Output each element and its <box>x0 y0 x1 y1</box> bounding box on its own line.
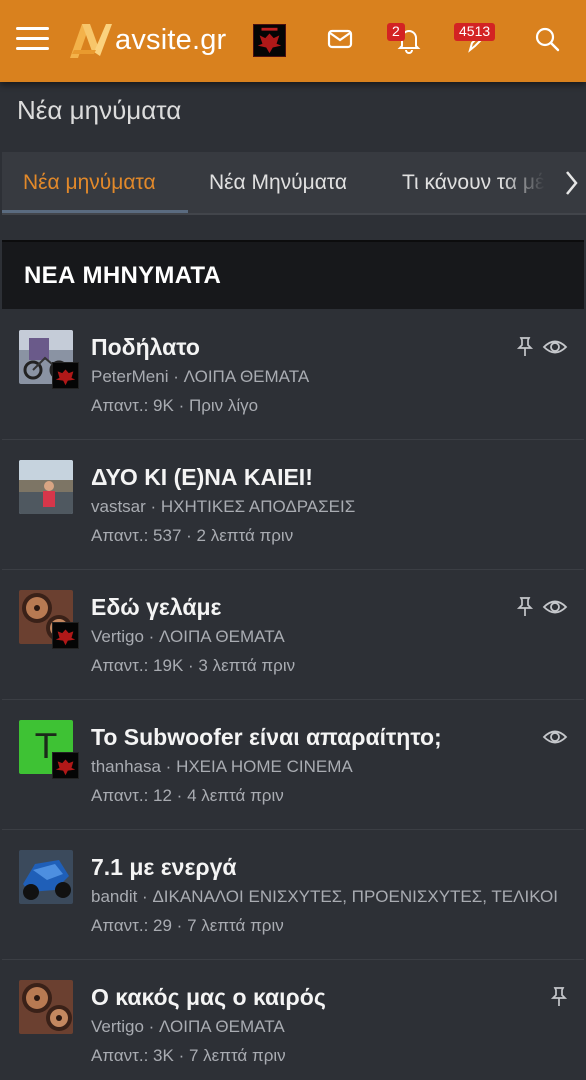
thread-replies: Απαντ.: 3K <box>91 1046 174 1065</box>
inbox-icon[interactable] <box>323 22 357 56</box>
thread-forum[interactable]: ΔΙΚΑΝΑΛΟΙ ΕΝΙΣΧΥΤΕΣ, ΠΡΟΕΝΙΣΧΥΤΕΣ, ΤΕΛΙΚ… <box>152 887 558 906</box>
thread-time[interactable]: 2 λεπτά πριν <box>197 526 294 545</box>
thread-stats: Απαντ.: 537 · 2 λεπτά πριν <box>91 526 294 545</box>
thread-item[interactable]: Ποδήλατο PeterMeni · ΛΟΙΠΑ ΘΕΜΑΤΑ Απαντ.… <box>2 310 584 440</box>
thread-item[interactable]: ΔΥΟ ΚΙ (Ε)ΝΑ ΚΑΙΕΙ! vastsar · ΗΧΗΤΙΚΕΣ Α… <box>2 440 584 570</box>
logo-text[interactable]: avsite.gr <box>115 24 226 57</box>
posts-badge: 4513 <box>454 23 496 41</box>
thread-item[interactable]: T Το Subwoofer είναι απαραίτητο; thanhas… <box>2 700 584 830</box>
thread-author[interactable]: Vertigo <box>91 1017 144 1036</box>
thread-author[interactable]: Vertigo <box>91 627 144 646</box>
thread-author[interactable]: bandit <box>91 887 137 906</box>
thread-title[interactable]: ΔΥΟ ΚΙ (Ε)ΝΑ ΚΑΙΕΙ! <box>91 464 313 491</box>
thread-title[interactable]: 7.1 με ενεργά <box>91 854 237 881</box>
thread-author[interactable]: PeterMeni <box>91 367 168 386</box>
thread-title[interactable]: Ο κακός μας ο καιρός <box>91 984 326 1011</box>
page-title: Νέα μηνύματα <box>17 95 182 125</box>
new-posts-button[interactable]: 4513 <box>454 22 502 56</box>
search-icon[interactable] <box>530 22 564 56</box>
thread-author[interactable]: thanhasa <box>91 757 161 776</box>
active-tab-indicator <box>2 210 188 213</box>
thread-stats: Απαντ.: 29 · 7 λεπτά πριν <box>91 916 284 935</box>
thread-forum[interactable]: ΛΟΙΠΑ ΘΕΜΑΤΑ <box>159 1017 285 1036</box>
avatar-film-reels[interactable] <box>19 980 73 1034</box>
thread-item[interactable]: Ο κακός μας ο καιρός Vertigo · ΛΟΙΠΑ ΘΕΜ… <box>2 960 584 1080</box>
thread-forum[interactable]: ΗΧΕΙΑ HOME CINEMA <box>176 757 353 776</box>
pin-icon <box>516 597 534 616</box>
avatar-mini <box>52 752 79 779</box>
thread-item[interactable]: Εδώ γελάμε Vertigo · ΛΟΙΠΑ ΘΕΜΑΤΑ Απαντ.… <box>2 570 584 700</box>
avatar-motorbike[interactable] <box>19 850 73 904</box>
thread-item[interactable]: 7.1 με ενεργά bandit · ΔΙΚΑΝΑΛΟΙ ΕΝΙΣΧΥΤ… <box>2 830 584 960</box>
section-header: ΝΕΑ ΜΗΝΥΜΑΤΑ <box>2 240 584 309</box>
thread-stats: Απαντ.: 3K · 7 λεπτά πριν <box>91 1046 286 1065</box>
thread-forum[interactable]: ΛΟΙΠΑ ΘΕΜΑΤΑ <box>184 367 310 386</box>
thread-stats: Απαντ.: 9K · Πριν λίγο <box>91 396 259 415</box>
thread-replies: Απαντ.: 9K <box>91 396 174 415</box>
thread-forum[interactable]: ΗΧΗΤΙΚΕΣ ΑΠΟΔΡΑΣΕΙΣ <box>161 497 355 516</box>
thread-title[interactable]: Ποδήλατο <box>91 334 200 361</box>
tabs-scroll-right[interactable] <box>554 152 586 213</box>
thread-time[interactable]: 7 λεπτά πριν <box>189 1046 286 1065</box>
thread-replies: Απαντ.: 29 <box>91 916 172 935</box>
thread-meta: PeterMeni · ΛΟΙΠΑ ΘΕΜΑΤΑ <box>91 367 310 386</box>
thread-meta: thanhasa · ΗΧΕΙΑ HOME CINEMA <box>91 757 353 776</box>
thread-meta: bandit · ΔΙΚΑΝΑΛΟΙ ΕΝΙΣΧΥΤΕΣ, ΠΡΟΕΝΙΣΧΥΤ… <box>91 887 558 906</box>
thread-replies: Απαντ.: 537 <box>91 526 182 545</box>
alerts-badge: 2 <box>387 23 405 41</box>
alerts-button[interactable]: 2 <box>387 22 432 56</box>
thread-title[interactable]: Το Subwoofer είναι απαραίτητο; <box>91 724 442 751</box>
menu-icon[interactable] <box>16 25 50 53</box>
thread-forum[interactable]: ΛΟΙΠΑ ΘΕΜΑΤΑ <box>159 627 285 646</box>
thread-list: Ποδήλατο PeterMeni · ΛΟΙΠΑ ΘΕΜΑΤΑ Απαντ.… <box>2 310 584 1080</box>
thread-stats: Απαντ.: 19K · 3 λεπτά πριν <box>91 656 296 675</box>
user-avatar[interactable] <box>253 24 286 57</box>
thread-author[interactable]: vastsar <box>91 497 146 516</box>
watched-eye-icon <box>542 340 568 354</box>
top-bar: avsite.gr 2 4513 <box>0 0 586 82</box>
thread-time[interactable]: 4 λεπτά πριν <box>187 786 284 805</box>
thread-meta: Vertigo · ΛΟΙΠΑ ΘΕΜΑΤΑ <box>91 1017 285 1036</box>
tab-bar: Νέα μηνύματα Νέα Μηνύματα Τι κάνουν τα μ… <box>2 152 586 215</box>
pin-icon <box>550 987 568 1006</box>
thread-stats: Απαντ.: 12 · 4 λεπτά πριν <box>91 786 284 805</box>
watched-eye-icon <box>542 730 568 744</box>
pin-icon <box>516 337 534 356</box>
section-title: ΝΕΑ ΜΗΝΥΜΑΤΑ <box>24 262 222 289</box>
logo-mark-icon[interactable] <box>68 20 112 60</box>
thread-title[interactable]: Εδώ γελάμε <box>91 594 221 621</box>
avatar-person[interactable] <box>19 460 73 514</box>
thread-replies: Απαντ.: 12 <box>91 786 172 805</box>
chevron-right-icon <box>566 171 578 195</box>
thread-time[interactable]: 3 λεπτά πριν <box>198 656 295 675</box>
thread-replies: Απαντ.: 19K <box>91 656 184 675</box>
avatar-mini <box>52 622 79 649</box>
thread-meta: Vertigo · ΛΟΙΠΑ ΘΕΜΑΤΑ <box>91 627 285 646</box>
thread-time[interactable]: Πριν λίγο <box>189 396 258 415</box>
avatar-mini <box>52 362 79 389</box>
watched-eye-icon <box>542 600 568 614</box>
tab-new-posts[interactable]: Νέα μηνύματα <box>23 171 156 195</box>
tab-new-messages[interactable]: Νέα Μηνύματα <box>209 171 347 195</box>
thread-time[interactable]: 7 λεπτά πριν <box>187 916 284 935</box>
thread-meta: vastsar · ΗΧΗΤΙΚΕΣ ΑΠΟΔΡΑΣΕΙΣ <box>91 497 356 516</box>
